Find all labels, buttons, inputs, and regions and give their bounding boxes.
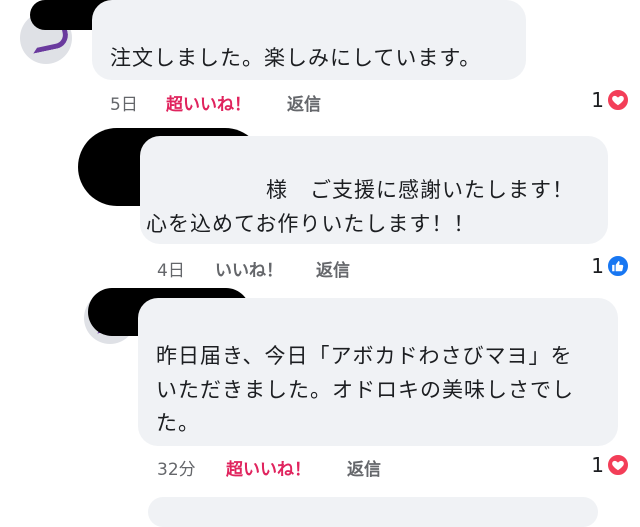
- reaction-summary[interactable]: 1: [570, 88, 630, 112]
- reaction-count: 1: [591, 254, 604, 278]
- like-button[interactable]: 超いいね！: [226, 455, 311, 480]
- comment-text-line: 様 ご支援に感謝いたします！: [266, 178, 574, 202]
- comment-text-line: 注文しました。楽しみにしています。: [110, 46, 482, 70]
- comment-time[interactable]: 5日: [110, 90, 138, 115]
- comment-time[interactable]: 4日: [157, 256, 185, 281]
- comment-bubble: [148, 497, 598, 527]
- reply-button[interactable]: 返信: [287, 90, 321, 115]
- thumbs-up-icon: [606, 254, 630, 278]
- comment-text-line: た。: [156, 411, 200, 435]
- comment-text-line: いただきました。オドロキの美味しさでし: [156, 378, 574, 402]
- comment-time[interactable]: 32分: [157, 455, 196, 480]
- like-button[interactable]: いいね！: [215, 256, 283, 281]
- comment-text-line: 昨日届き、今日「アボカドわさびマヨ」を: [156, 344, 573, 368]
- heart-icon: [606, 453, 630, 477]
- reaction-count: 1: [591, 453, 604, 477]
- reaction-summary[interactable]: 1: [570, 453, 630, 477]
- reply-button[interactable]: 返信: [316, 256, 350, 281]
- reaction-count: 1: [591, 88, 604, 112]
- comment-bubble: 様 ご支援に感謝いたします！ 心を込めてお作りいたします！！: [140, 136, 608, 244]
- reply-button[interactable]: 返信: [347, 455, 381, 480]
- reaction-summary[interactable]: 1: [570, 254, 630, 278]
- comment-bubble: 注文しました。楽しみにしています。: [92, 0, 526, 80]
- like-button[interactable]: 超いいね！: [166, 90, 251, 115]
- heart-icon: [606, 88, 630, 112]
- comment-text-line: 心を込めてお作りいたします！！: [146, 212, 476, 236]
- comment-bubble: 昨日届き、今日「アボカドわさびマヨ」を いただきました。オドロキの美味しさでし …: [138, 298, 618, 446]
